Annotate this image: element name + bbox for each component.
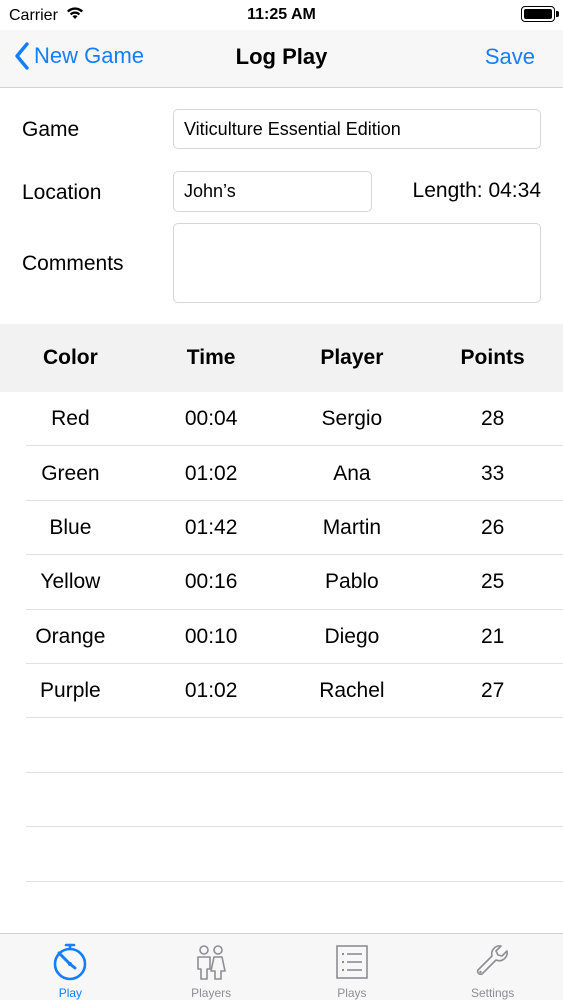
cell-time: 01:02 <box>184 679 238 703</box>
tab-settings-label: Settings <box>470 986 515 1000</box>
cell-player: Ana <box>333 461 371 485</box>
save-button[interactable]: Save <box>485 44 535 70</box>
cell-color: Yellow <box>40 570 101 594</box>
comments-label: Comments <box>22 252 124 275</box>
column-header-points: Points <box>460 346 525 369</box>
cell-time: 01:02 <box>184 461 238 485</box>
wrench-icon <box>473 942 513 982</box>
page-title: Log Play <box>235 44 328 69</box>
status-bar: Carrier 11:25 AM <box>0 0 563 30</box>
empty-row <box>0 718 563 774</box>
table-header: Color Time Player Points <box>0 324 563 392</box>
tab-bar: Play Players Plays Settings <box>0 933 563 1000</box>
status-time: 11:25 AM <box>247 6 316 23</box>
cell-points: 21 <box>480 624 505 648</box>
cell-color: Orange <box>35 624 106 648</box>
tab-plays-label: Plays <box>337 986 367 1000</box>
length-display: Length: 04:34 <box>412 179 541 202</box>
navigation-bar: New Game Log Play Save <box>0 30 563 88</box>
table-row[interactable]: Green 01:02 Ana 33 <box>0 446 563 502</box>
cell-player: Diego <box>324 624 380 648</box>
cell-points: 25 <box>480 570 505 594</box>
cell-color: Purple <box>40 679 101 703</box>
table-row[interactable]: Blue 01:42 Martin 26 <box>0 501 563 556</box>
table-row[interactable]: Red 00:04 Sergio 28 <box>0 392 563 447</box>
cell-time: 00:10 <box>184 624 238 648</box>
empty-row <box>0 773 563 828</box>
column-header-time: Time <box>186 346 236 369</box>
comments-field[interactable] <box>173 223 541 303</box>
play-form: Game Viticulture Essential Edition Locat… <box>0 89 563 324</box>
cell-player: Sergio <box>321 407 383 431</box>
tab-plays[interactable]: Plays <box>282 934 423 1000</box>
tab-players-label: Players <box>191 986 232 1000</box>
cell-points: 26 <box>480 515 505 539</box>
cell-time: 01:42 <box>184 515 238 539</box>
table-row[interactable]: Purple 01:02 Rachel 27 <box>0 664 563 719</box>
cell-color: Green <box>41 461 100 485</box>
game-label: Game <box>22 118 80 141</box>
table-row[interactable]: Orange 00:10 Diego 21 <box>0 610 563 665</box>
battery-icon <box>521 6 559 22</box>
cell-time: 00:04 <box>184 407 238 431</box>
tab-play-label: Play <box>58 986 83 1000</box>
game-field[interactable]: Viticulture Essential Edition <box>173 109 541 149</box>
tab-settings[interactable]: Settings <box>422 934 563 1000</box>
people-icon <box>191 942 231 982</box>
location-field[interactable]: John’s <box>173 171 372 212</box>
cell-points: 33 <box>480 461 505 485</box>
cell-points: 27 <box>480 679 505 703</box>
stopwatch-icon <box>50 942 90 982</box>
list-icon <box>332 942 372 982</box>
empty-row <box>0 827 563 882</box>
cell-points: 28 <box>480 407 505 431</box>
cell-player: Rachel <box>319 679 385 703</box>
table-row[interactable]: Yellow 00:16 Pablo 25 <box>0 555 563 610</box>
column-header-color: Color <box>42 346 98 369</box>
tab-players[interactable]: Players <box>141 934 282 1000</box>
tab-play[interactable]: Play <box>0 934 141 1000</box>
cell-time: 00:16 <box>184 570 238 594</box>
cell-player: Pablo <box>325 570 379 594</box>
column-header-player: Player <box>320 346 384 369</box>
cell-color: Red <box>51 407 90 431</box>
location-label: Location <box>22 181 102 204</box>
cell-player: Martin <box>322 515 382 539</box>
cell-color: Blue <box>49 515 92 539</box>
player-table: Red 00:04 Sergio 28 Green 01:02 Ana 33 B… <box>0 392 563 882</box>
